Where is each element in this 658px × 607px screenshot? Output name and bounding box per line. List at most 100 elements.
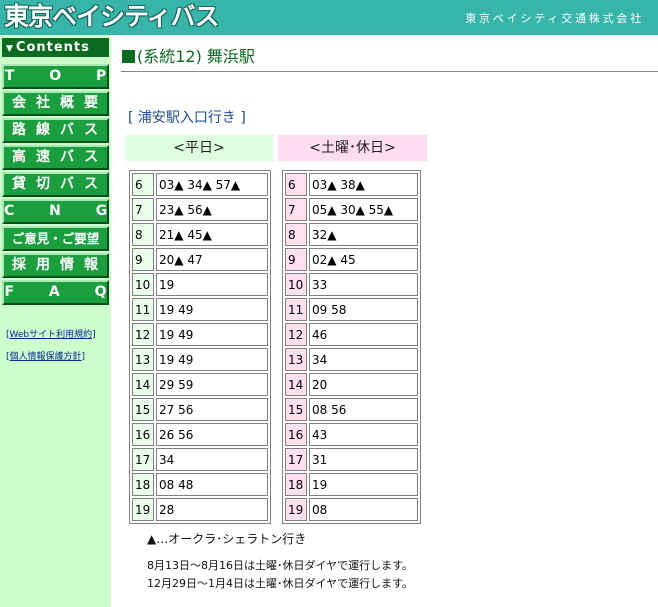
schedule-note: 12月29日～1月4日は土曜･休日ダイヤで運行します。 — [147, 577, 414, 590]
minutes-cell: 19 — [156, 273, 268, 296]
hour-cell: 6 — [132, 173, 154, 196]
destination-heading: [ 浦安駅入口行き ] — [128, 110, 246, 126]
page-title: (系統12) 舞浜駅 — [122, 43, 255, 67]
hour-cell: 12 — [132, 323, 154, 346]
minutes-cell: 08 48 — [156, 473, 268, 496]
minutes-cell: 31 — [309, 448, 418, 471]
minutes-cell: 09 58 — [309, 298, 418, 321]
minutes-cell: 19 49 — [156, 348, 268, 371]
minutes-cell: 23▲ 56▲ — [156, 198, 268, 221]
site-logo[interactable]: 東京ベイシティバス — [4, 1, 220, 33]
timetable-row: 6 03▲ 38▲ — [285, 173, 418, 196]
hour-cell: 8 — [285, 223, 307, 246]
contents-heading: ▼ Contents — [2, 38, 109, 57]
minutes-cell: 05▲ 30▲ 55▲ — [309, 198, 418, 221]
schedule-note: 8月13日～8月16日は土曜･休日ダイヤで運行します。 — [147, 559, 414, 572]
minutes-cell: 08 56 — [309, 398, 418, 421]
site-header: 東京ベイシティバス 東京ベイシティ交通株式会社 — [0, 0, 658, 35]
hour-cell: 6 — [285, 173, 307, 196]
privacy-link[interactable]: [個人情報保護方針] — [6, 349, 85, 362]
hour-cell: 10 — [132, 273, 154, 296]
timetable-row: 7 23▲ 56▲ — [132, 198, 268, 221]
timetable-row: 15 08 56 — [285, 398, 418, 421]
hour-cell: 16 — [132, 423, 154, 446]
timetable-row: 17 31 — [285, 448, 418, 471]
company-name: 東京ベイシティ交通株式会社 — [465, 12, 644, 25]
hour-cell: 15 — [285, 398, 307, 421]
timetable-row: 13 34 — [285, 348, 418, 371]
terms-link-label[interactable]: Webサイト利用規約 — [10, 330, 93, 340]
hour-cell: 9 — [132, 248, 154, 271]
minutes-cell: 02▲ 45 — [309, 248, 418, 271]
privacy-link-label[interactable]: 個人情報保護方針 — [10, 352, 82, 362]
title-divider — [121, 71, 658, 72]
nav-recruit-button[interactable]: 採用情報 — [2, 253, 109, 278]
hour-cell: 18 — [132, 473, 154, 496]
timetable-row: 9 02▲ 45 — [285, 248, 418, 271]
timetable-row: 11 19 49 — [132, 298, 268, 321]
timetable-row: 16 43 — [285, 423, 418, 446]
hour-cell: 14 — [132, 373, 154, 396]
timetable-row: 18 19 — [285, 473, 418, 496]
minutes-cell: 08 — [309, 498, 418, 521]
minutes-cell: 19 49 — [156, 323, 268, 346]
minutes-cell: 33 — [309, 273, 418, 296]
minutes-cell: 03▲ 34▲ 57▲ — [156, 173, 268, 196]
hour-cell: 17 — [285, 448, 307, 471]
minutes-cell: 21▲ 45▲ — [156, 223, 268, 246]
hour-cell: 8 — [132, 223, 154, 246]
timetable-row: 8 21▲ 45▲ — [132, 223, 268, 246]
timetable-row: 12 46 — [285, 323, 418, 346]
nav-cng-button[interactable]: C N G — [2, 199, 109, 224]
timetable-row: 18 08 48 — [132, 473, 268, 496]
minutes-cell: 32▲ — [309, 223, 418, 246]
minutes-cell: 26 56 — [156, 423, 268, 446]
weekend-heading: <土曜･休日> — [278, 135, 427, 161]
hour-cell: 15 — [132, 398, 154, 421]
minutes-cell: 29 59 — [156, 373, 268, 396]
legend-note: ▲…オークラ･シェラトン行き — [147, 532, 307, 546]
minutes-cell: 43 — [309, 423, 418, 446]
timetable-row: 8 32▲ — [285, 223, 418, 246]
bracket: ] — [81, 352, 86, 362]
hour-cell: 10 — [285, 273, 307, 296]
nav-company-button[interactable]: 会社概要 — [2, 91, 109, 116]
hour-cell: 16 — [285, 423, 307, 446]
minutes-cell: 34 — [156, 448, 268, 471]
hour-cell: 18 — [285, 473, 307, 496]
nav-highway-bus-button[interactable]: 高速バス — [2, 145, 109, 170]
nav-top-button[interactable]: T O P — [2, 64, 109, 89]
timetable-row: 10 19 — [132, 273, 268, 296]
nav-faq-button[interactable]: F A Q — [2, 280, 109, 305]
minutes-cell: 34 — [309, 348, 418, 371]
timetable-row: 16 26 56 — [132, 423, 268, 446]
timetable-row: 9 20▲ 47 — [132, 248, 268, 271]
hour-cell: 9 — [285, 248, 307, 271]
triangle-down-icon: ▼ — [6, 44, 14, 54]
minutes-cell: 19 49 — [156, 298, 268, 321]
nav-feedback-button[interactable]: ご意見・ご要望 — [2, 226, 109, 251]
hour-cell: 7 — [132, 198, 154, 221]
timetable-row: 6 03▲ 34▲ 57▲ — [132, 173, 268, 196]
minutes-cell: 20 — [309, 373, 418, 396]
weekend-timetable: 6 03▲ 38▲ 7 05▲ 30▲ 55▲ 8 32▲ 9 02▲ 45 10 33 11 09 … — [282, 170, 421, 524]
hour-cell: 11 — [132, 298, 154, 321]
timetable-row: 19 08 — [285, 498, 418, 521]
sidebar: ▼ Contents T O P 会社概要 路線バス 高速バス 貸切バス C N … — [0, 35, 111, 607]
bracket: ] — [92, 330, 96, 340]
nav-charter-bus-button[interactable]: 貸切バス — [2, 172, 109, 197]
minutes-cell: 27 56 — [156, 398, 268, 421]
hour-cell: 13 — [285, 348, 307, 371]
nav-route-bus-button[interactable]: 路線バス — [2, 118, 109, 143]
timetable-row: 14 29 59 — [132, 373, 268, 396]
timetable-row: 15 27 56 — [132, 398, 268, 421]
hour-cell: 11 — [285, 298, 307, 321]
hour-cell: 19 — [132, 498, 154, 521]
contents-label: Contents — [15, 40, 90, 55]
terms-link[interactable]: [Webサイト利用規約] — [6, 327, 96, 340]
page-title-text: (系統12) 舞浜駅 — [137, 47, 255, 66]
weekday-heading: <平日> — [125, 135, 273, 161]
minutes-cell: 28 — [156, 498, 268, 521]
minutes-cell: 46 — [309, 323, 418, 346]
timetable-row: 13 19 49 — [132, 348, 268, 371]
